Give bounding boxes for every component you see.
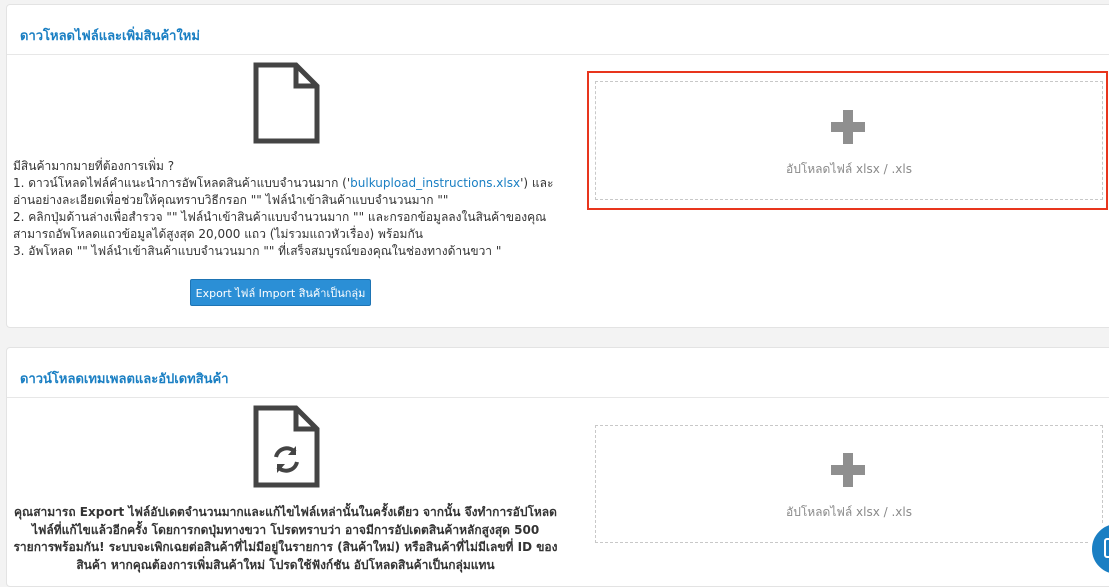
- panel-divider: [7, 54, 1109, 55]
- export-import-file-button[interactable]: Export ไฟล์ Import สินค้าเป็นกลุ่ม: [190, 279, 371, 306]
- update-description: คุณสามารถ Export ไฟล์อัปเดตจำนวนมากและแก…: [13, 504, 558, 574]
- plus-icon: [831, 453, 865, 487]
- upload-label: อัปโหลดไฟล์ xlsx / .xls: [786, 162, 912, 176]
- instruction-line: 3. อัพโหลด "" ไฟล์นำเข้าสินค้าแบบจำนวนมา…: [13, 244, 502, 258]
- upload-label: อัปโหลดไฟล์ xlsx / .xls: [786, 505, 912, 519]
- description-line: ไฟล์ที่แก้ไขแล้วอีกครั้ง โดยการกดปุ่มทาง…: [31, 522, 540, 537]
- instructions-file-link[interactable]: bulkupload_instructions.xlsx: [350, 176, 520, 190]
- instruction-line: 1. ดาวน์โหลดไฟล์คำแนะนำการอัพโหลดสินค้าแ…: [13, 176, 554, 190]
- section-title-update: ดาวน์โหลดเทมเพลตและอัปเดทสินค้า: [20, 372, 229, 387]
- upload-dropzone-update-products[interactable]: อัปโหลดไฟล์ xlsx / .xls: [595, 425, 1103, 543]
- instruction-line: 2. คลิกปุ่มด้านล่างเพื่อสำรวจ "" ไฟล์นำเ…: [13, 210, 547, 224]
- panel-divider: [7, 397, 1109, 398]
- upload-dropzone-new-products[interactable]: อัปโหลดไฟล์ xlsx / .xls: [595, 81, 1103, 200]
- instruction-line: อ่านอย่างละเอียดเพื่อช่วยให้คุณทราบวิธีก…: [13, 193, 449, 207]
- description-line: คุณสามารถ Export ไฟล์อัปเดตจำนวนมากและแก…: [14, 505, 557, 519]
- section-title-upload: ดาวโหลดไฟล์และเพิ่มสินค้าใหม่: [20, 29, 200, 44]
- instruction-line: มีสินค้ามากมายที่ต้องการเพิ่ม ?: [13, 159, 175, 173]
- plus-icon: [831, 110, 865, 144]
- file-refresh-icon: [253, 405, 320, 488]
- description-line: สินค้า หากคุณต้องการเพิ่มสินค้าใหม่ โปรด…: [76, 557, 495, 572]
- description-line: รายการพร้อมกัน! ระบบจะเพิกเฉยต่อสินค้าที…: [13, 540, 558, 554]
- instruction-line: สามารถอัพโหลดแถวข้อมูลได้สูงสุด 20,000 แ…: [13, 227, 423, 241]
- upload-instructions: มีสินค้ามากมายที่ต้องการเพิ่ม ? 1. ดาวน์…: [13, 158, 553, 260]
- document-icon: [253, 62, 320, 144]
